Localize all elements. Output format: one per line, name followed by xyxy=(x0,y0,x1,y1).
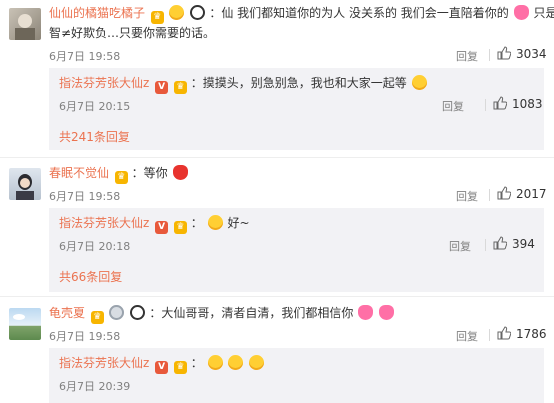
reply-button[interactable]: 回复 xyxy=(456,188,478,204)
like-count: 2017 xyxy=(516,187,547,201)
fan-badge-icon: ♛ xyxy=(173,81,187,94)
reply-username[interactable]: 指法芬芳张大仙z xyxy=(59,76,149,90)
like-count: 3034 xyxy=(516,47,547,61)
fan-badge-icon: ♛ xyxy=(114,171,128,184)
comment-username[interactable]: 春眠不觉仙 xyxy=(49,166,109,180)
avatar[interactable] xyxy=(9,308,41,340)
avatar-image xyxy=(13,314,25,320)
comment-text: ：仙 我们都知道你的为人 没关系的 我们会一直陪着你的 xyxy=(209,6,509,20)
comment-text: ：大仙哥哥，清者自清，我们都相信你 xyxy=(149,306,354,320)
reply-timestamp: 6月7日 20:18 xyxy=(59,240,131,253)
reply-button[interactable]: 回复 xyxy=(442,98,464,114)
emoji-icon xyxy=(411,75,427,90)
emoji-icon xyxy=(249,355,265,370)
divider xyxy=(489,329,490,341)
vip-badge-icon: V xyxy=(155,221,169,234)
reply-username[interactable]: 指法芬芳张大仙z xyxy=(59,216,149,230)
thumbs-up-icon xyxy=(497,326,511,340)
panda-emoji-icon xyxy=(129,305,145,320)
comment-thread: 龟壳夏 ♛ ：大仙哥哥，清者自清，我们都相信你 6月7日 19:58 回复 17… xyxy=(0,300,554,403)
thumbs-up-icon xyxy=(493,96,507,110)
thumbs-up-icon xyxy=(493,236,507,250)
reply-button[interactable]: 回复 xyxy=(456,48,478,64)
avatar-image xyxy=(15,14,35,40)
heart-emoji-icon xyxy=(379,305,394,320)
like-count: 1786 xyxy=(516,327,547,341)
reply-text: ：摸摸头，别急别急，我也和大家一起等 xyxy=(190,76,407,90)
reply-body: 指法芬芳张大仙z V ♛ ： xyxy=(59,354,265,374)
vip-badge-icon: V xyxy=(155,361,169,374)
sunglasses-emoji-icon xyxy=(168,5,184,20)
divider xyxy=(0,157,554,158)
more-replies-link[interactable]: 共241条回复 xyxy=(59,128,130,145)
avatar[interactable] xyxy=(9,168,41,200)
comment-timestamp: 6月7日 19:58 xyxy=(49,50,121,63)
comment-body: 龟壳夏 ♛ ：大仙哥哥，清者自清，我们都相信你 xyxy=(49,304,395,324)
fan-badge-icon: ♛ xyxy=(150,11,164,24)
emoji-icon xyxy=(207,215,223,230)
like-count: 394 xyxy=(512,237,535,251)
reply-text: 好~ xyxy=(227,216,250,230)
like-button[interactable]: 1083 xyxy=(493,96,543,111)
emoji-icon xyxy=(228,355,244,370)
like-button[interactable]: 3034 xyxy=(497,46,547,61)
fan-badge-icon: ♛ xyxy=(90,311,104,324)
reply-timestamp: 6月7日 20:39 xyxy=(59,380,131,393)
comment-username[interactable]: 龟壳夏 xyxy=(49,306,85,320)
more-replies-link[interactable]: 共66条回复 xyxy=(59,268,122,285)
reply-button[interactable]: 回复 xyxy=(456,328,478,344)
comment-text-line2: 智≠好欺负…只要你需要的话。 xyxy=(49,26,216,40)
comment-username[interactable]: 仙仙的橘猫吃橘子 xyxy=(49,6,145,20)
avatar[interactable] xyxy=(9,8,41,40)
divider xyxy=(485,239,486,251)
fan-badge-icon: ♛ xyxy=(173,361,187,374)
reply-body: 指法芬芳张大仙z V ♛ ：摸摸头，别急别急，我也和大家一起等 xyxy=(59,74,428,94)
reply-panel: 指法芬芳张大仙z V ♛ ：摸摸头，别急别急，我也和大家一起等 6月7日 20:… xyxy=(49,68,544,150)
divider xyxy=(485,99,486,111)
divider xyxy=(489,189,490,201)
divider xyxy=(0,296,554,297)
reply-timestamp: 6月7日 20:15 xyxy=(59,100,131,113)
reply-username[interactable]: 指法芬芳张大仙z xyxy=(59,356,149,370)
vip-badge-icon: V xyxy=(155,81,169,94)
comment-body: 春眠不觉仙 ♛ ：等你 xyxy=(49,164,189,184)
heart-emoji-icon xyxy=(513,5,529,20)
reply-body: 指法芬芳张大仙z V ♛ ： 好~ xyxy=(59,215,250,234)
heart-emoji-icon xyxy=(172,165,188,180)
comment-timestamp: 6月7日 19:58 xyxy=(49,190,121,203)
emoji-icon xyxy=(207,355,223,370)
ring-emoji-icon xyxy=(108,305,124,320)
panda-emoji-icon xyxy=(189,5,205,20)
like-button[interactable]: 1786 xyxy=(497,326,547,341)
fan-badge-icon: ♛ xyxy=(173,221,187,234)
comment-body: 仙仙的橘猫吃橘子 ♛ ：仙 我们都知道你的为人 没关系的 我们会一直陪着你的 只… xyxy=(49,4,554,24)
reply-button[interactable]: 回复 xyxy=(449,238,471,254)
heart-emoji-icon xyxy=(358,305,374,320)
reply-panel: 指法芬芳张大仙z V ♛ ： 6月7日 20:39 xyxy=(49,348,544,403)
avatar-image xyxy=(16,174,34,200)
comment-text-cont: 只是理 xyxy=(533,6,554,20)
like-count: 1083 xyxy=(512,97,543,111)
reply-panel: 指法芬芳张大仙z V ♛ ： 好~ 6月7日 20:18 回复 394 共66条… xyxy=(49,208,544,292)
thumbs-up-icon xyxy=(497,46,511,60)
comment-text: ：等你 xyxy=(131,166,168,180)
comment-thread: 春眠不觉仙 ♛ ：等你 6月7日 19:58 回复 2017 指法芬芳张大仙z … xyxy=(0,160,554,295)
like-button[interactable]: 394 xyxy=(493,236,535,251)
divider xyxy=(489,49,490,61)
like-button[interactable]: 2017 xyxy=(497,186,547,201)
comment-timestamp: 6月7日 19:58 xyxy=(49,330,121,343)
thumbs-up-icon xyxy=(497,186,511,200)
reply-text: ： xyxy=(190,356,203,370)
comment-thread: 仙仙的橘猫吃橘子 ♛ ：仙 我们都知道你的为人 没关系的 我们会一直陪着你的 只… xyxy=(0,0,554,150)
